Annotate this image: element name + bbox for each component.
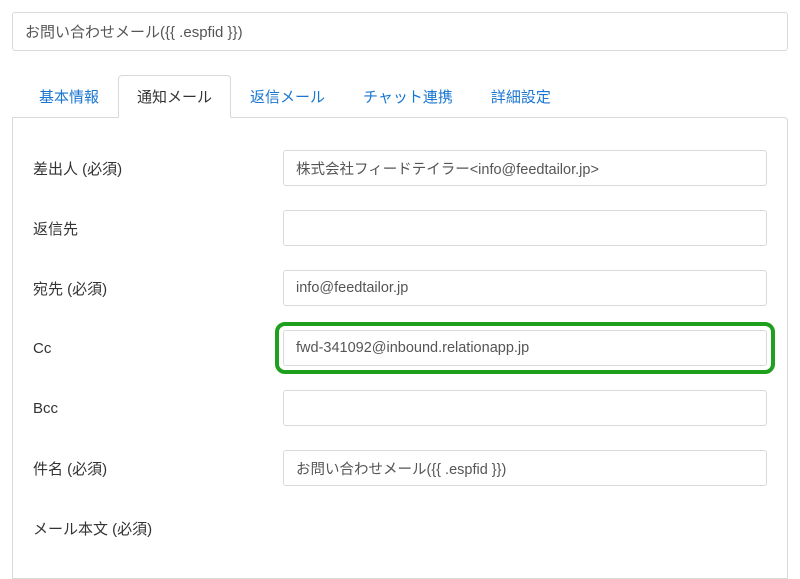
wrap-subject — [283, 450, 767, 486]
tab-basic-info[interactable]: 基本情報 — [20, 75, 118, 118]
label-subject: 件名 (必須) — [33, 458, 283, 479]
label-cc: Cc — [33, 340, 283, 357]
wrap-to — [283, 270, 767, 306]
tabs: 基本情報 通知メール 返信メール チャット連携 詳細設定 — [0, 63, 800, 118]
input-cc[interactable] — [283, 330, 767, 366]
row-subject: 件名 (必須) — [33, 448, 767, 488]
form-panel: 差出人 (必須) 返信先 宛先 (必須) Cc Bcc 件名 (必須) — [12, 117, 788, 579]
row-sender: 差出人 (必須) — [33, 148, 767, 188]
label-replyto: 返信先 — [33, 218, 283, 239]
row-body: メール本文 (必須) — [33, 508, 767, 548]
row-cc: Cc — [33, 328, 767, 368]
input-bcc[interactable] — [283, 390, 767, 426]
label-body: メール本文 (必須) — [33, 518, 283, 539]
label-sender: 差出人 (必須) — [33, 158, 283, 179]
wrap-replyto — [283, 210, 767, 246]
tab-chat-link[interactable]: チャット連携 — [344, 75, 472, 118]
input-subject[interactable] — [283, 450, 767, 486]
row-replyto: 返信先 — [33, 208, 767, 248]
tab-notification-mail[interactable]: 通知メール — [118, 75, 231, 118]
label-to: 宛先 (必須) — [33, 278, 283, 299]
tab-advanced[interactable]: 詳細設定 — [472, 75, 570, 118]
row-bcc: Bcc — [33, 388, 767, 428]
label-bcc: Bcc — [33, 400, 283, 417]
input-replyto[interactable] — [283, 210, 767, 246]
wrap-bcc — [283, 390, 767, 426]
row-to: 宛先 (必須) — [33, 268, 767, 308]
title-row — [0, 0, 800, 63]
input-sender[interactable] — [283, 150, 767, 186]
title-input[interactable] — [12, 12, 788, 51]
wrap-sender — [283, 150, 767, 186]
tab-reply-mail[interactable]: 返信メール — [231, 75, 344, 118]
wrap-cc-highlight — [275, 322, 775, 374]
input-to[interactable] — [283, 270, 767, 306]
